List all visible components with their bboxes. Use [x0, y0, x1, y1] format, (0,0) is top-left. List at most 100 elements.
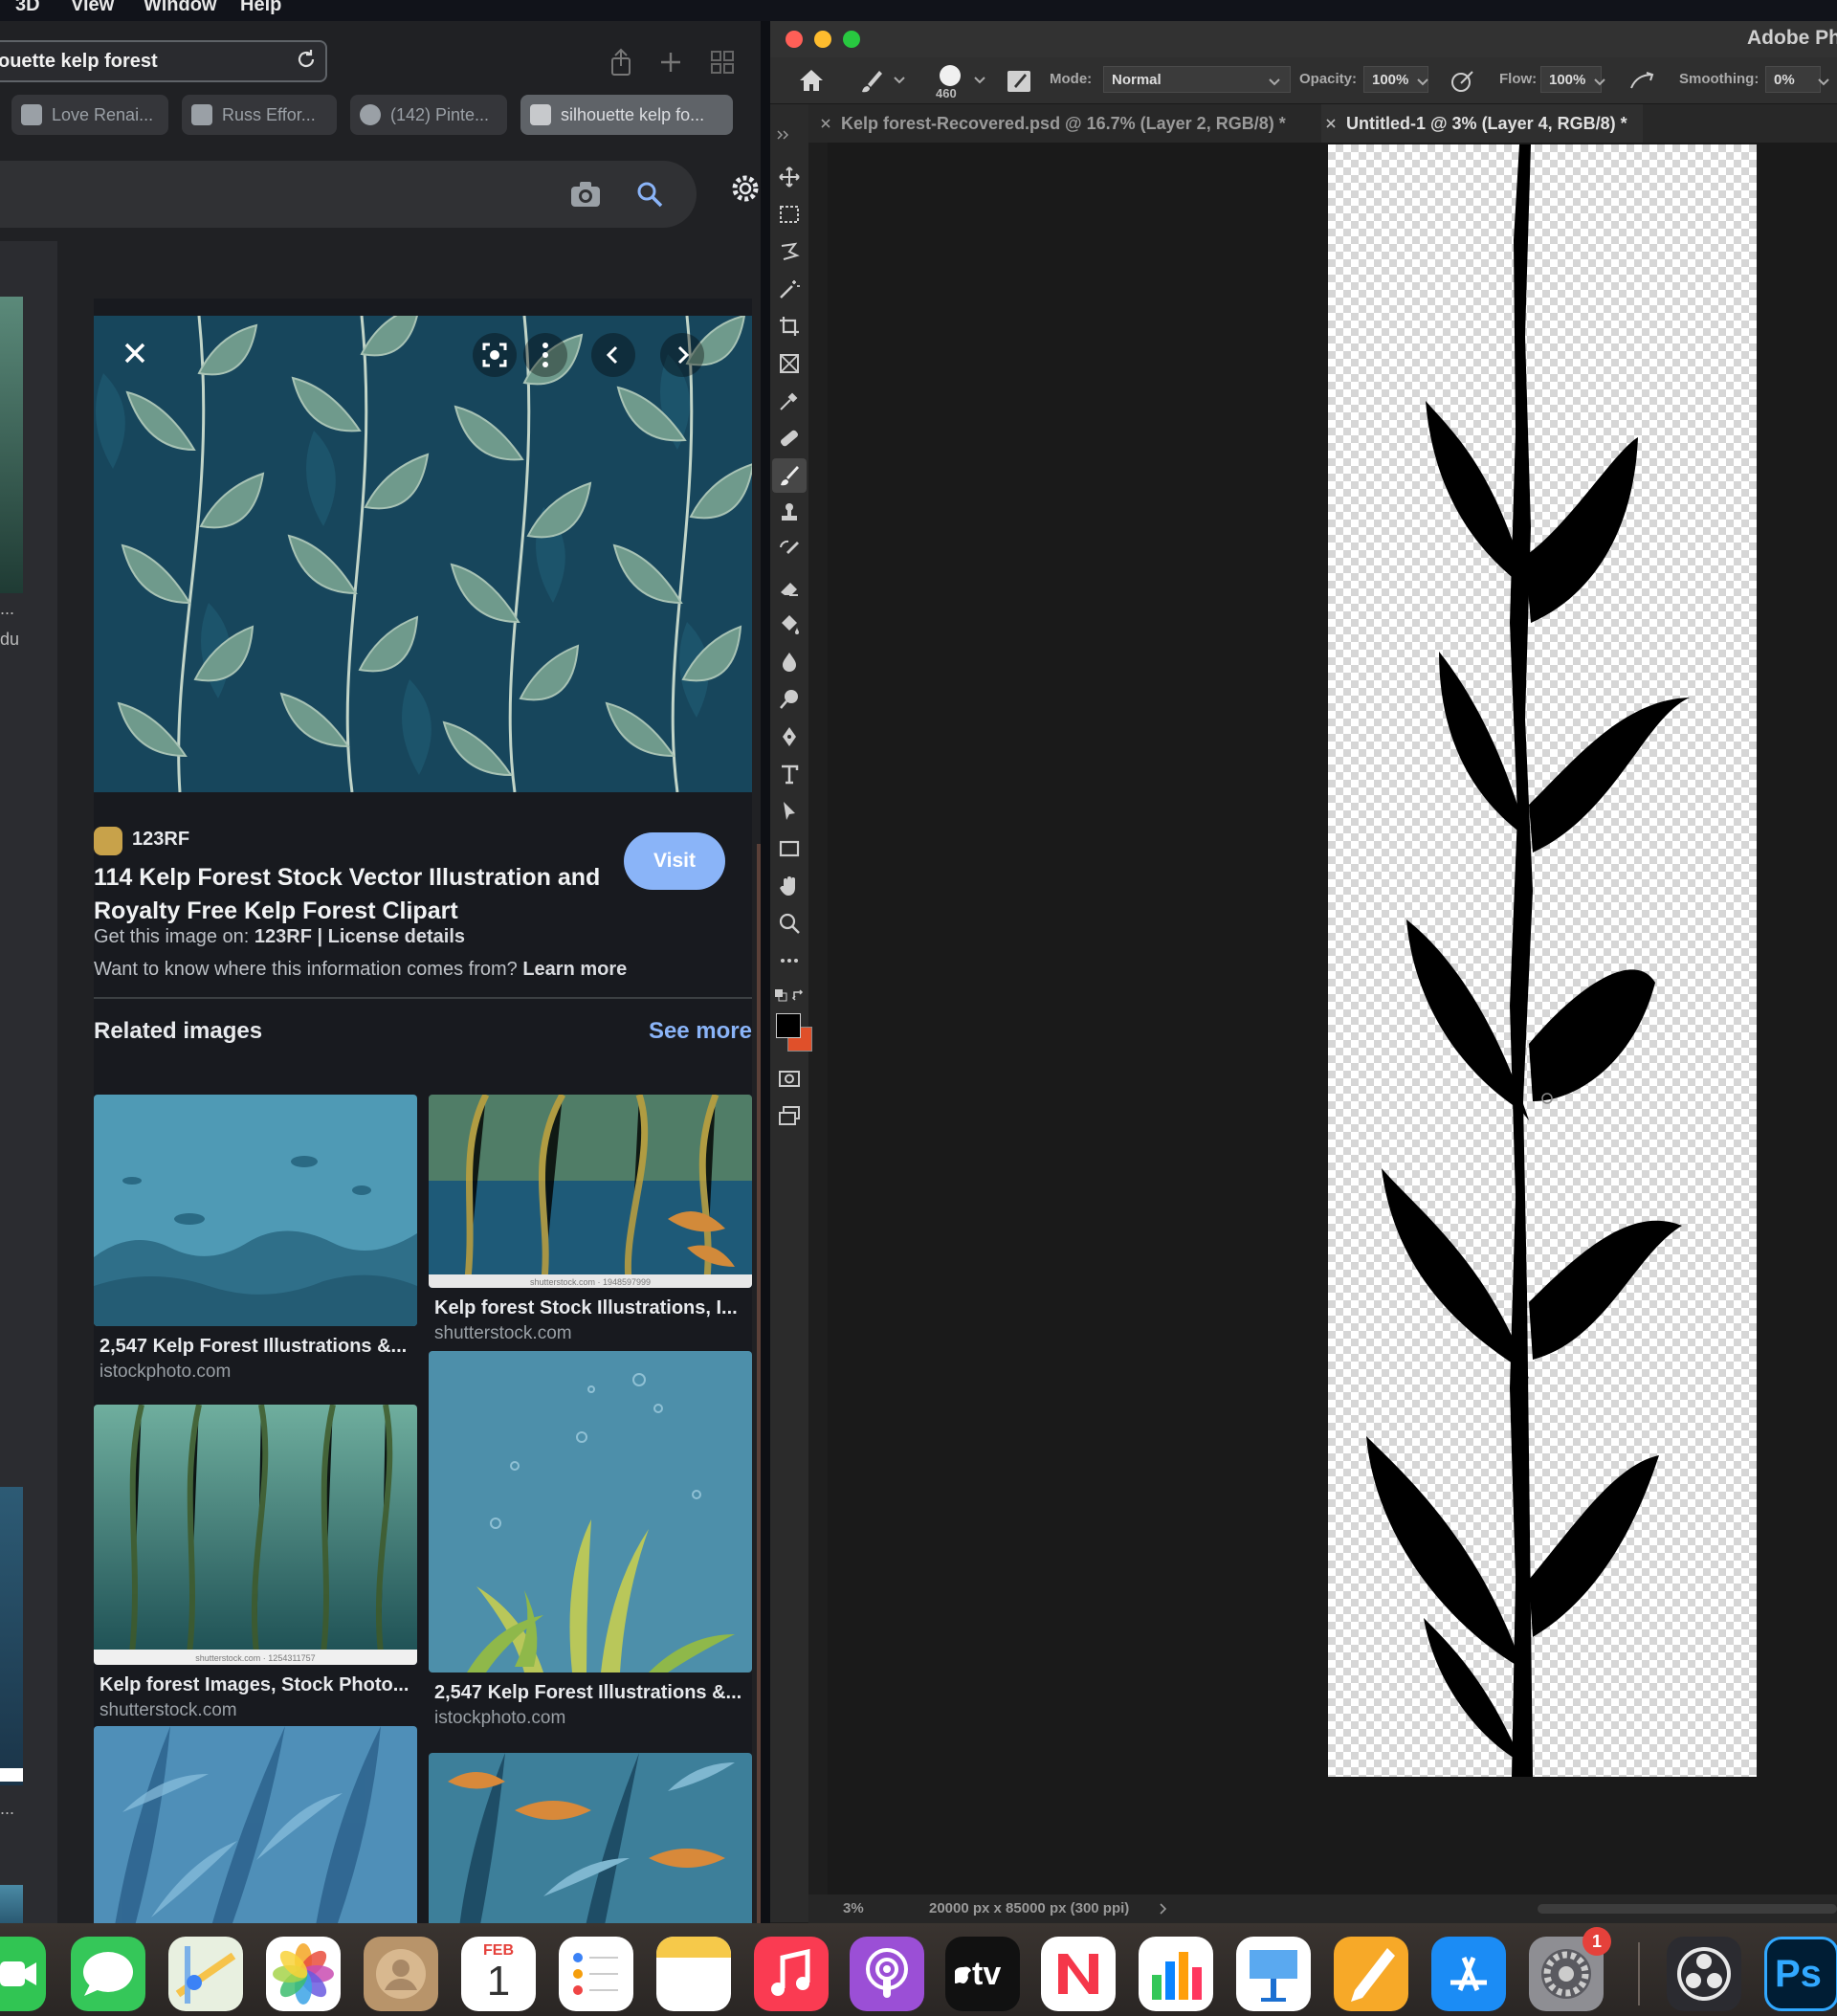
- chevron-down-icon[interactable]: [1416, 77, 1429, 88]
- chevron-right-icon[interactable]: [1159, 1903, 1168, 1915]
- menu-view[interactable]: View: [71, 0, 114, 16]
- minimize-window-button[interactable]: [814, 31, 831, 48]
- hand-tool-icon[interactable]: [778, 875, 801, 897]
- gear-icon[interactable]: [729, 172, 761, 205]
- related-image-card[interactable]: shutterstock.com · 1254311757 Kelp fores…: [94, 1405, 417, 1721]
- result-thumbnail[interactable]: [0, 297, 23, 593]
- related-image-card[interactable]: 2,547 Kelp Forest Illustrations &... ist…: [94, 1095, 417, 1383]
- frame-tool-icon[interactable]: [778, 352, 801, 375]
- canvas-area[interactable]: [828, 143, 1837, 1895]
- move-tool-icon[interactable]: [778, 166, 801, 188]
- license-details-link[interactable]: 123RF | License details: [255, 926, 465, 947]
- result-thumbnail[interactable]: [0, 1487, 23, 1785]
- tab-russ-effor[interactable]: Russ Effor...: [182, 95, 337, 135]
- close-window-button[interactable]: [786, 31, 803, 48]
- brush-settings-icon[interactable]: [1006, 69, 1032, 94]
- pen-tool-icon[interactable]: [778, 725, 801, 748]
- search-icon[interactable]: [635, 180, 664, 209]
- zoom-level[interactable]: 3%: [843, 1900, 864, 1916]
- music-icon[interactable]: [754, 1937, 829, 2011]
- clone-stamp-tool-icon[interactable]: [778, 501, 801, 524]
- swap-colors-icon[interactable]: [791, 988, 805, 1002]
- menu-3d[interactable]: 3D: [15, 0, 40, 16]
- obs-icon[interactable]: [1667, 1937, 1741, 2011]
- airbrush-icon[interactable]: [1627, 69, 1656, 94]
- reminders-icon[interactable]: [559, 1937, 633, 2011]
- camera-icon[interactable]: [569, 180, 602, 209]
- app-store-icon[interactable]: [1431, 1937, 1506, 2011]
- menu-help[interactable]: Help: [240, 0, 281, 16]
- panel-collapse-icon[interactable]: [776, 129, 791, 141]
- chevron-down-icon[interactable]: [1817, 77, 1830, 88]
- marquee-tool-icon[interactable]: [778, 203, 801, 226]
- close-tab-icon[interactable]: [820, 118, 831, 129]
- chevron-down-icon[interactable]: [973, 75, 986, 86]
- reload-icon[interactable]: [295, 48, 318, 71]
- related-image-card[interactable]: [94, 1726, 417, 1923]
- result-thumbnail[interactable]: [0, 1885, 23, 1923]
- system-settings-icon[interactable]: 1: [1529, 1927, 1611, 2011]
- pressure-opacity-icon[interactable]: [1450, 69, 1476, 94]
- lens-button[interactable]: [473, 333, 517, 377]
- result-title[interactable]: 114 Kelp Forest Stock Vector Illustratio…: [94, 861, 610, 928]
- magic-wand-tool-icon[interactable]: [778, 277, 801, 300]
- brush-preset-icon[interactable]: [940, 65, 961, 86]
- healing-brush-tool-icon[interactable]: [778, 427, 801, 450]
- blur-tool-icon[interactable]: [778, 651, 801, 674]
- horizontal-scrollbar[interactable]: [1538, 1904, 1837, 1914]
- address-bar[interactable]: ouette kelp forest: [0, 40, 327, 82]
- smoothing-field[interactable]: 0%: [1765, 66, 1821, 93]
- document-canvas[interactable]: [1328, 144, 1757, 1777]
- default-colors-icon[interactable]: [774, 988, 787, 1002]
- paint-bucket-tool-icon[interactable]: [778, 613, 801, 636]
- previous-button[interactable]: [591, 333, 635, 377]
- numbers-icon[interactable]: [1139, 1937, 1213, 2011]
- learn-more-link[interactable]: Learn more: [522, 959, 627, 980]
- dodge-tool-icon[interactable]: [778, 688, 801, 711]
- type-tool-icon[interactable]: [778, 763, 801, 786]
- path-selection-tool-icon[interactable]: [778, 800, 801, 823]
- pages-icon[interactable]: [1334, 1937, 1408, 2011]
- eraser-tool-icon[interactable]: [778, 576, 801, 599]
- doc-tab-kelp-forest[interactable]: Kelp forest-Recovered.psd @ 16.7% (Layer…: [816, 104, 1293, 143]
- related-image-card[interactable]: 2,547 Kelp Forest Illustrations &... ist…: [429, 1351, 752, 1729]
- notes-icon[interactable]: [656, 1937, 731, 2011]
- zoom-tool-icon[interactable]: [778, 912, 801, 935]
- visit-button[interactable]: Visit: [624, 832, 725, 890]
- share-icon[interactable]: [605, 46, 637, 78]
- close-icon[interactable]: [113, 331, 157, 375]
- messages-icon[interactable]: [71, 1937, 145, 2011]
- doc-tab-untitled-1[interactable]: Untitled-1 @ 3% (Layer 4, RGB/8) *: [1321, 104, 1643, 143]
- maps-icon[interactable]: [168, 1937, 243, 2011]
- preview-image[interactable]: [94, 316, 752, 792]
- more-tools-icon[interactable]: [778, 949, 801, 972]
- photos-icon[interactable]: [266, 1937, 341, 2011]
- history-brush-tool-icon[interactable]: [778, 539, 801, 562]
- related-image-card[interactable]: [429, 1753, 752, 1923]
- contacts-icon[interactable]: [364, 1937, 438, 2011]
- facetime-icon[interactable]: [0, 1937, 46, 2011]
- tab-love-renai[interactable]: Love Renai...: [11, 95, 168, 135]
- eyedropper-tool-icon[interactable]: [778, 389, 801, 412]
- photoshop-icon[interactable]: Ps: [1764, 1937, 1837, 2011]
- new-tab-icon[interactable]: [654, 46, 687, 78]
- lasso-tool-icon[interactable]: [778, 240, 801, 263]
- home-icon[interactable]: [797, 67, 826, 94]
- zoom-window-button[interactable]: [843, 31, 860, 48]
- menu-window[interactable]: Window: [144, 0, 216, 16]
- chevron-down-icon[interactable]: [893, 75, 906, 86]
- foreground-color-swatch[interactable]: [776, 1013, 801, 1038]
- podcasts-icon[interactable]: [850, 1937, 924, 2011]
- close-tab-icon[interactable]: [1325, 118, 1337, 129]
- related-image-card[interactable]: shutterstock.com · 1948597999 Kelp fores…: [429, 1095, 752, 1344]
- calendar-icon[interactable]: FEB 1: [461, 1937, 536, 2011]
- see-more-link[interactable]: See more: [649, 1018, 752, 1045]
- chevron-down-icon[interactable]: [1593, 77, 1606, 88]
- more-options-button[interactable]: [523, 333, 567, 377]
- news-icon[interactable]: [1041, 1937, 1116, 2011]
- tab-pinterest[interactable]: (142) Pinte...: [350, 95, 507, 135]
- search-box[interactable]: [0, 161, 697, 228]
- next-button[interactable]: [660, 333, 704, 377]
- brush-tool-icon[interactable]: [858, 69, 885, 94]
- screen-mode-icon[interactable]: [778, 1104, 801, 1127]
